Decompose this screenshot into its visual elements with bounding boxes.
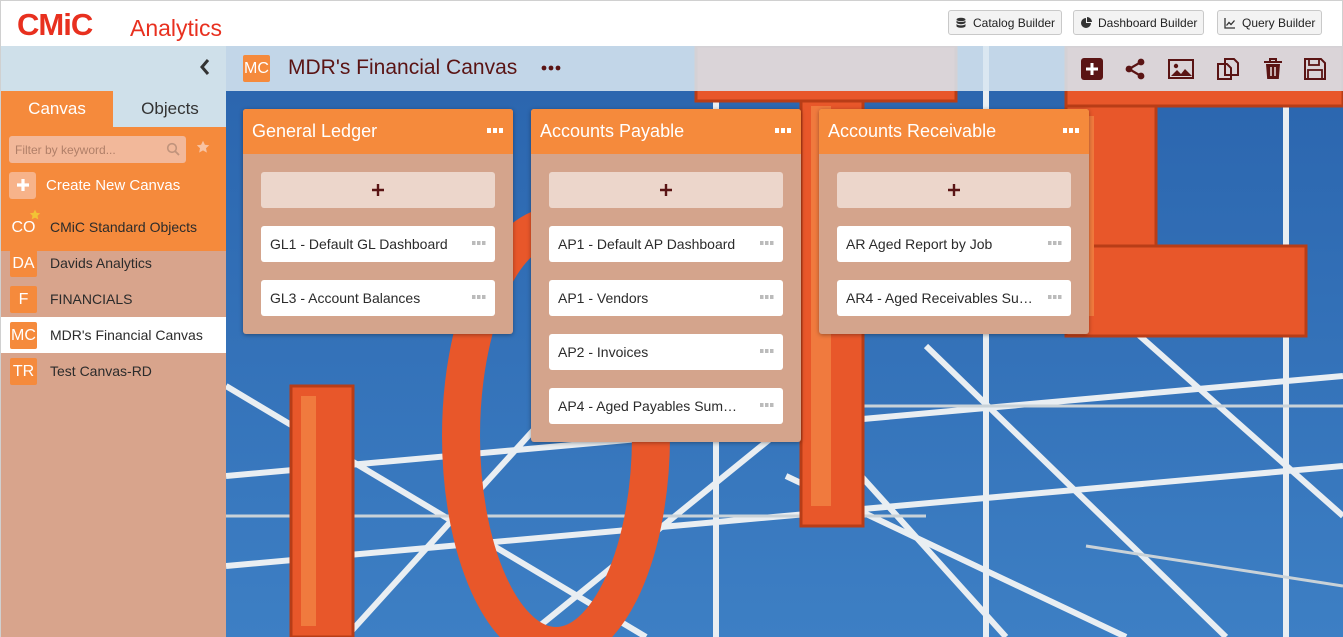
canvas-item-cmic-standard-objects[interactable]: CO CMiC Standard Objects [1, 209, 227, 245]
canvas-label: FINANCIALS [50, 291, 133, 307]
query-builder-button[interactable]: Query Builder [1217, 10, 1323, 35]
dashboard-item[interactable]: AP1 - Default AP Dashboard [549, 226, 783, 262]
chevron-left-icon[interactable] [197, 57, 213, 77]
trash-icon[interactable] [1261, 57, 1285, 81]
dashboard-item-label: AP1 - Default AP Dashboard [558, 236, 736, 252]
canvas-label: Test Canvas-RD [50, 363, 152, 379]
dashboard-builder-button[interactable]: Dashboard Builder [1073, 10, 1205, 35]
panel-accounts-receivable: Accounts Receivable AR Aged Report by Jo… [819, 109, 1089, 334]
filter-input[interactable] [9, 136, 159, 163]
cmic-logo[interactable]: CMiC [17, 7, 93, 43]
more-options-icon[interactable] [1048, 241, 1062, 246]
panel-accounts-payable: Accounts Payable AP1 - Default AP Dashbo… [531, 109, 801, 442]
catalog-builder-button[interactable]: Catalog Builder [948, 10, 1063, 35]
canvas-item-mdrs-financial-canvas[interactable]: MC MDR's Financial Canvas [1, 317, 227, 353]
canvas-label: Davids Analytics [50, 255, 152, 271]
pie-chart-icon [1081, 16, 1092, 28]
dashboard-item[interactable]: AP2 - Invoices [549, 334, 783, 370]
more-options-icon[interactable] [775, 128, 791, 134]
sidebar-collapse-bar [1, 46, 227, 91]
canvas-label: MDR's Financial Canvas [50, 327, 203, 343]
canvas-item-financials[interactable]: F FINANCIALS [1, 281, 227, 317]
dashboard-item[interactable]: AR4 - Aged Receivables Summary [837, 280, 1071, 316]
panel-header: General Ledger [243, 109, 513, 154]
canvas-badge: F [10, 286, 37, 313]
image-icon[interactable] [1168, 57, 1194, 81]
canvas-title: MDR's Financial Canvas [288, 56, 518, 79]
tab-objects[interactable]: Objects [113, 91, 227, 127]
sidebar-tabs: Canvas Objects [1, 91, 227, 127]
more-options-icon[interactable] [760, 295, 774, 300]
dashboard-item-label: AP1 - Vendors [558, 290, 649, 306]
query-builder-label: Query Builder [1242, 15, 1316, 30]
plus-icon [372, 184, 384, 196]
more-options-icon[interactable] [541, 60, 561, 76]
more-options-icon[interactable] [1063, 128, 1079, 134]
app-name: Analytics [130, 15, 223, 41]
share-icon[interactable] [1123, 57, 1147, 81]
database-icon [956, 17, 966, 28]
dashboard-item-label: GL1 - Default GL Dashboard [270, 236, 448, 252]
canvas-list: CO CMiC Standard Objects DA Davids Analy… [1, 209, 227, 389]
panel-title: Accounts Payable [540, 121, 685, 141]
dashboard-item-label: AP2 - Invoices [558, 344, 649, 360]
star-icon[interactable] [196, 140, 210, 154]
catalog-builder-label: Catalog Builder [973, 15, 1056, 30]
sidebar: Canvas Objects Create New Canvas CO CMiC… [0, 46, 227, 637]
create-new-canvas-label: Create New Canvas [46, 176, 181, 194]
panel-header: Accounts Payable [531, 109, 801, 154]
add-dashboard-button[interactable] [549, 172, 783, 208]
more-options-icon[interactable] [1048, 295, 1062, 300]
tab-canvas[interactable]: Canvas [1, 91, 113, 127]
canvas-area: MC MDR's Financial Canvas General Ledger… [226, 46, 1343, 637]
dashboard-item-label: AR Aged Report by Job [846, 236, 993, 252]
panel-title: Accounts Receivable [828, 121, 997, 141]
save-icon[interactable] [1303, 57, 1327, 81]
more-options-icon[interactable] [760, 349, 774, 354]
filter-box [9, 136, 186, 163]
panel-title: General Ledger [252, 121, 378, 141]
more-options-icon[interactable] [760, 403, 774, 408]
dashboard-item-label: AR4 - Aged Receivables Summary [846, 290, 1038, 306]
create-new-canvas-button[interactable]: Create New Canvas [9, 170, 180, 200]
plus-icon [9, 171, 36, 199]
dashboard-item[interactable]: AP4 - Aged Payables Summary [549, 388, 783, 424]
canvas-label: CMiC Standard Objects [50, 219, 198, 235]
more-options-icon[interactable] [487, 128, 503, 134]
dashboard-item[interactable]: AP1 - Vendors [549, 280, 783, 316]
top-bar: CMiC Analytics Catalog Builder Dashboard… [0, 0, 1343, 46]
add-dashboard-button[interactable] [837, 172, 1071, 208]
line-chart-icon [1224, 17, 1235, 29]
dashboard-item[interactable]: GL1 - Default GL Dashboard [261, 226, 495, 262]
canvas-badge: DA [10, 250, 37, 277]
canvas-item-test-canvas-rd[interactable]: TR Test Canvas-RD [1, 353, 227, 389]
more-options-icon[interactable] [472, 241, 486, 246]
search-icon[interactable] [166, 142, 180, 156]
canvas-header: MC MDR's Financial Canvas [226, 46, 1343, 91]
plus-icon [948, 184, 960, 196]
plus-icon [660, 184, 672, 196]
more-options-icon[interactable] [472, 295, 486, 300]
canvas-badge: MC [243, 55, 270, 82]
star-icon [29, 209, 41, 220]
canvas-badge: TR [10, 358, 37, 385]
dashboard-item-label: GL3 - Account Balances [270, 290, 421, 306]
copy-icon[interactable] [1216, 57, 1240, 81]
canvas-item-davids-analytics[interactable]: DA Davids Analytics [1, 245, 227, 281]
add-icon[interactable] [1080, 57, 1104, 81]
panel-general-ledger: General Ledger GL1 - Default GL Dashboar… [243, 109, 513, 334]
panel-header: Accounts Receivable [819, 109, 1089, 154]
dashboard-item[interactable]: GL3 - Account Balances [261, 280, 495, 316]
dashboard-item-label: AP4 - Aged Payables Summary [558, 398, 744, 414]
more-options-icon[interactable] [760, 241, 774, 246]
canvas-badge: MC [10, 322, 37, 349]
add-dashboard-button[interactable] [261, 172, 495, 208]
dashboard-builder-label: Dashboard Builder [1098, 15, 1198, 30]
dashboard-item[interactable]: AR Aged Report by Job [837, 226, 1071, 262]
